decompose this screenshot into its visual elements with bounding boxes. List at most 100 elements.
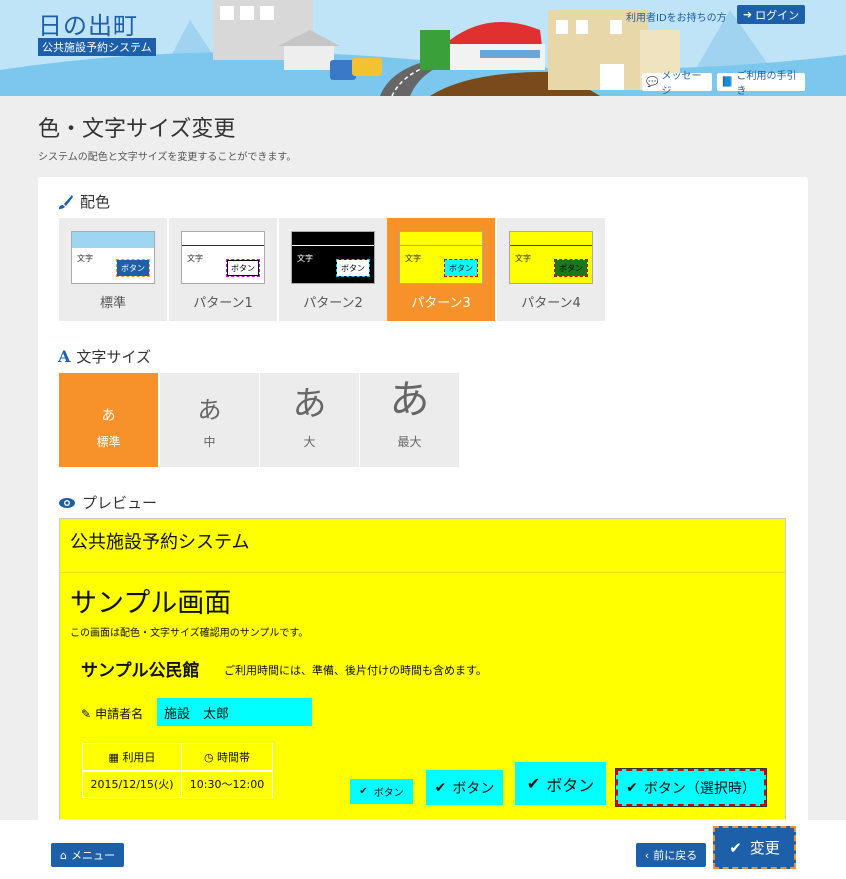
- size-option-medium[interactable]: あ 中: [160, 373, 259, 467]
- swatch-button: ボタン: [226, 259, 260, 277]
- color-section-title: 配色: [80, 193, 111, 211]
- speech-bubble-icon: 💬: [646, 76, 659, 88]
- color-option-pattern2[interactable]: 文字 ボタン パターン2: [279, 218, 387, 321]
- preview-button-small[interactable]: ✔ ボタン: [350, 779, 413, 804]
- message-link-label: メッセージ: [661, 71, 702, 96]
- login-button[interactable]: ➜ ログイン: [737, 5, 805, 24]
- size-glyph: あ: [197, 396, 222, 424]
- menu-button-label: メニュー: [70, 849, 115, 862]
- color-option-label: 標準: [99, 296, 126, 311]
- swatch-button: ボタン: [336, 259, 370, 277]
- preview-section-heading: プレビュー: [58, 492, 157, 513]
- swatch-text: 文字: [405, 254, 421, 263]
- table-header-date-label: 利用日: [122, 750, 156, 764]
- color-option-standard[interactable]: 文字 ボタン 標準: [59, 218, 167, 321]
- color-swatch: 文字 ボタン: [71, 231, 155, 284]
- size-glyph: あ: [389, 377, 430, 423]
- swatch-button: ボタン: [444, 259, 478, 277]
- page-title: 色・文字サイズ変更: [38, 117, 236, 142]
- color-swatch: 文字 ボタン: [509, 231, 593, 284]
- preview-button-label: ボタン: [546, 775, 595, 795]
- check-icon: ✔: [526, 774, 541, 793]
- color-option-pattern1[interactable]: 文字 ボタン パターン1: [169, 218, 277, 321]
- check-icon: ✔: [729, 838, 742, 857]
- submit-button[interactable]: ✔ 変更: [713, 826, 796, 869]
- preview-button-medium[interactable]: ✔ ボタン: [426, 770, 503, 805]
- site-header: 日の出町 公共施設予約システム 利用者IDをお持ちの方 ➜ ログイン 💬 メッセ…: [0, 0, 846, 96]
- size-section-title: 文字サイズ: [76, 348, 151, 366]
- color-swatch: 文字 ボタン: [291, 231, 375, 284]
- swatch-button: ボタン: [554, 259, 588, 277]
- page-description: システムの配色と文字サイズを変更することができます。: [38, 152, 297, 163]
- size-option-label: 中: [203, 435, 216, 449]
- swatch-text: 文字: [187, 254, 203, 263]
- font-icon: A: [58, 347, 71, 366]
- login-button-label: ログイン: [755, 8, 800, 22]
- size-option-standard[interactable]: あ 標準: [59, 373, 158, 467]
- preview-title: サンプル画面: [70, 588, 232, 619]
- login-icon: ➜: [742, 8, 753, 21]
- pencil-icon: ✎: [81, 706, 92, 721]
- swatch-text: 文字: [515, 254, 531, 263]
- size-option-large[interactable]: あ 大: [260, 373, 359, 467]
- preview-applicant-label: ✎ 申請者名: [81, 705, 143, 722]
- preview-area: 公共施設予約システム サンプル画面 この画面は配色・文字サイズ確認用のサンプルで…: [59, 518, 786, 832]
- preview-button-label: ボタン: [452, 780, 495, 797]
- table-header-time: ◷ 時間帯: [181, 743, 273, 772]
- preview-facility-note: ご利用時間には、準備、後片付けの時間も含めます。: [224, 664, 487, 677]
- color-option-pattern3[interactable]: 文字 ボタン パターン3: [387, 218, 495, 321]
- eye-icon: [59, 497, 75, 508]
- preview-button-selected[interactable]: ✔ ボタン（選択時）: [615, 768, 767, 807]
- app-title: 日の出町: [38, 12, 138, 40]
- size-glyph: あ: [101, 408, 116, 424]
- menu-button[interactable]: ⌂ メニュー: [51, 843, 124, 867]
- size-section-heading: A 文字サイズ: [58, 346, 151, 367]
- table-cell-time: 10:30～12:00: [181, 770, 273, 798]
- preview-button-large[interactable]: ✔ ボタン: [515, 762, 606, 805]
- home-icon: ⌂: [60, 848, 67, 862]
- color-option-label: パターン2: [303, 296, 363, 311]
- color-option-pattern4[interactable]: 文字 ボタン パターン4: [497, 218, 605, 321]
- guide-link[interactable]: 📘 ご利用の手引き: [717, 71, 805, 96]
- applicant-label-text: 申請者名: [95, 707, 144, 721]
- size-option-largest[interactable]: あ 最大: [360, 373, 459, 467]
- check-icon: ✔: [359, 786, 368, 797]
- preview-applicant-field[interactable]: 施設 太郎: [157, 698, 312, 726]
- swatch-text: 文字: [77, 254, 93, 263]
- book-icon: 📘: [721, 76, 734, 88]
- color-swatch: 文字 ボタン: [399, 231, 483, 284]
- back-button[interactable]: ‹ 前に戻る: [636, 843, 706, 867]
- app-subtitle: 公共施設予約システム: [38, 38, 156, 56]
- preview-header: 公共施設予約システム: [60, 519, 785, 573]
- preview-facility-name: サンプル公民館: [81, 661, 200, 681]
- login-prompt: 利用者IDをお持ちの方: [626, 13, 727, 24]
- table-header-date: ▦ 利用日: [82, 743, 182, 772]
- size-glyph: あ: [292, 384, 327, 424]
- paintbrush-icon: [59, 194, 73, 209]
- size-option-label: 標準: [96, 435, 121, 449]
- swatch-text: 文字: [297, 254, 313, 263]
- color-option-label: パターン3: [411, 296, 471, 311]
- color-swatch: 文字 ボタン: [181, 231, 265, 284]
- color-section-heading: 配色: [58, 191, 110, 212]
- preview-button-label: ボタン: [373, 788, 404, 799]
- table-header-time-label: 時間帯: [217, 750, 251, 764]
- color-option-label: パターン4: [521, 296, 581, 311]
- size-option-label: 大: [303, 435, 316, 449]
- chevron-left-icon: ‹: [644, 848, 650, 862]
- swatch-button: ボタン: [116, 259, 150, 277]
- clock-icon: ◷: [203, 750, 218, 764]
- preview-table: ▦ 利用日 ◷ 時間帯 2015/12/15(火) 10:30～12:00: [82, 743, 273, 798]
- submit-button-label: 変更: [749, 839, 780, 857]
- preview-description: この画面は配色・文字サイズ確認用のサンプルです。: [70, 628, 309, 639]
- color-option-label: パターン1: [193, 296, 253, 311]
- message-link[interactable]: 💬 メッセージ: [642, 71, 712, 96]
- check-icon: ✔: [626, 779, 638, 796]
- preview-section-title: プレビュー: [82, 494, 158, 512]
- preview-button-label: ボタン（選択時）: [643, 780, 756, 797]
- guide-link-label: ご利用の手引き: [736, 71, 797, 96]
- check-icon: ✔: [434, 779, 447, 796]
- preview-header-text: 公共施設予約システム: [70, 532, 250, 553]
- size-option-label: 最大: [397, 435, 422, 449]
- table-cell-date: 2015/12/15(火): [82, 770, 182, 798]
